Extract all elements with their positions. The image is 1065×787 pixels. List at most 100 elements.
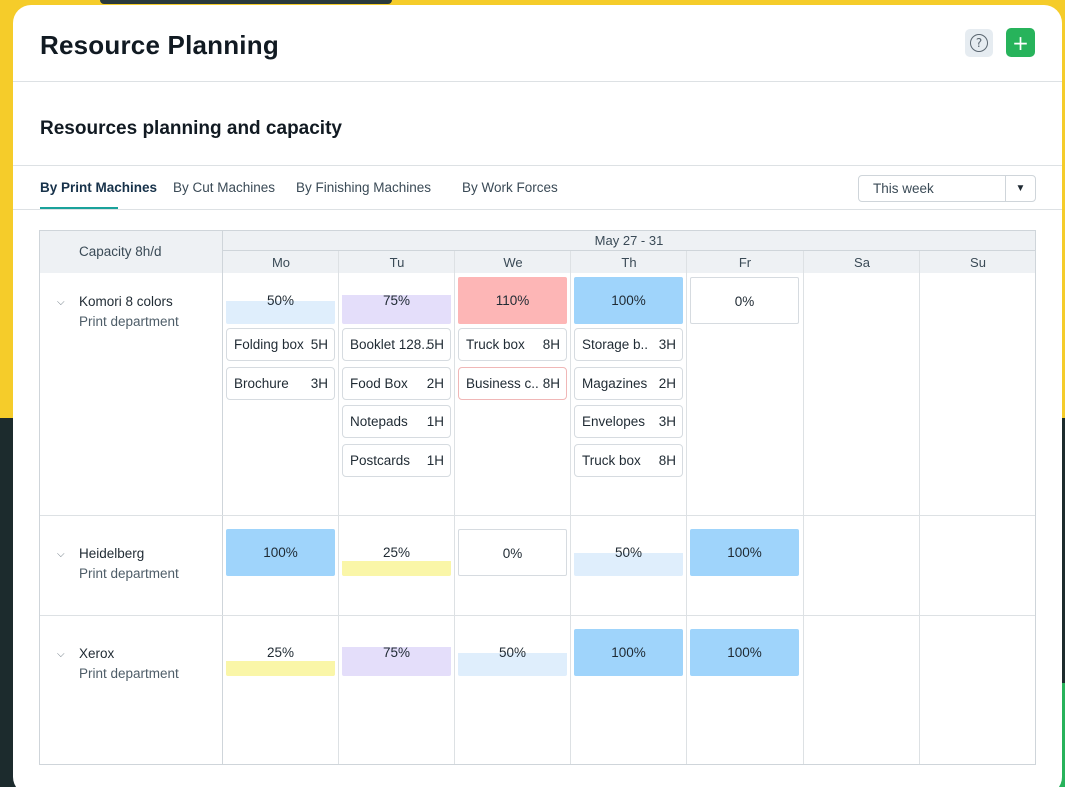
task-name: Truck box — [466, 337, 525, 352]
task-card[interactable]: Envelopes 3H — [574, 405, 683, 438]
task-hours: 8H — [658, 453, 676, 468]
period-select-value: This week — [873, 181, 934, 196]
machine-name[interactable]: Heidelberg — [79, 546, 144, 561]
capacity-cell[interactable]: 100% — [690, 629, 799, 676]
task-hours: 2H — [658, 376, 676, 391]
period-select[interactable]: This week ▼ — [858, 175, 1036, 202]
task-name: Brochure — [234, 376, 289, 391]
resource-planning-card: Resource Planning ? + Resources planning… — [13, 5, 1062, 787]
capacity-grid: Capacity 8h/d May 27 - 31 Mo Tu We Th Fr… — [39, 230, 1036, 765]
capacity-cell[interactable]: 50% — [226, 277, 335, 324]
capacity-percent: 100% — [727, 545, 762, 560]
chevron-down-icon[interactable]: ⌵ — [57, 649, 65, 660]
task-hours: 2H — [426, 376, 444, 391]
task-card[interactable]: Storage b.. 3H — [574, 328, 683, 361]
day-header-we: We — [503, 255, 523, 270]
background-top-strip — [100, 0, 392, 4]
plus-icon: + — [1012, 30, 1029, 55]
tab-work-forces[interactable]: By Work Forces — [462, 180, 558, 195]
capacity-cell[interactable]: 100% — [574, 277, 683, 324]
task-card[interactable]: Postcards 1H — [342, 444, 451, 477]
task-card[interactable]: Truck box 8H — [574, 444, 683, 477]
chevron-down-icon[interactable]: ⌵ — [57, 549, 65, 560]
column-divider — [803, 251, 804, 764]
task-card[interactable]: Business c.. 8H — [458, 367, 567, 400]
task-name: Booklet 128.. — [350, 337, 429, 352]
task-name: Notepads — [350, 414, 408, 429]
add-button[interactable]: + — [1006, 28, 1035, 57]
capacity-fill — [342, 561, 451, 576]
task-hours: 1H — [426, 453, 444, 468]
machine-department: Print department — [79, 566, 179, 581]
task-name: Truck box — [582, 453, 641, 468]
section-title: Resources planning and capacity — [40, 118, 342, 139]
capacity-cell[interactable]: 75% — [342, 277, 451, 324]
capacity-cell[interactable]: 25% — [342, 529, 451, 576]
capacity-label: Capacity 8h/d — [79, 244, 162, 259]
task-name: Business c.. — [466, 376, 539, 391]
capacity-fill — [226, 661, 335, 676]
capacity-cell[interactable]: 100% — [574, 629, 683, 676]
row-divider — [40, 615, 1035, 616]
capacity-percent: 110% — [495, 293, 530, 308]
machine-department: Print department — [79, 314, 179, 329]
task-hours: 1H — [426, 414, 444, 429]
help-button[interactable]: ? — [965, 29, 993, 57]
capacity-percent: 75% — [382, 645, 411, 660]
capacity-percent: 100% — [611, 645, 646, 660]
task-card[interactable]: Truck box 8H — [458, 328, 567, 361]
task-card[interactable]: Magazines 2H — [574, 367, 683, 400]
page-title: Resource Planning — [40, 30, 279, 60]
task-name: Folding box — [234, 337, 304, 352]
task-hours: 8H — [542, 337, 560, 352]
section-header: Resources planning and capacity — [13, 82, 1062, 166]
capacity-cell[interactable]: 0% — [458, 529, 567, 576]
capacity-cell[interactable]: 75% — [342, 629, 451, 676]
row-divider — [40, 515, 1035, 516]
task-card[interactable]: Brochure 3H — [226, 367, 335, 400]
day-header-tu: Tu — [389, 255, 405, 270]
day-header-th: Th — [621, 255, 637, 270]
tab-bar: By Print Machines By Cut Machines By Fin… — [13, 166, 1062, 210]
day-header-fr: Fr — [738, 255, 752, 270]
capacity-cell[interactable]: 25% — [226, 629, 335, 676]
caret-down-icon[interactable]: ▼ — [1005, 176, 1035, 201]
task-name: Postcards — [350, 453, 411, 468]
task-hours: 3H — [310, 376, 328, 391]
machine-department: Print department — [79, 666, 179, 681]
task-name: Magazines — [582, 376, 648, 391]
task-name: Envelopes — [582, 414, 646, 429]
task-name: Food Box — [350, 376, 408, 391]
task-hours: 5H — [310, 337, 328, 352]
tab-print-machines[interactable]: By Print Machines — [40, 180, 157, 195]
capacity-cell[interactable]: 100% — [226, 529, 335, 576]
machine-name[interactable]: Xerox — [79, 646, 114, 661]
task-card[interactable]: Booklet 128.. 5H — [342, 328, 451, 361]
machine-name[interactable]: Komori 8 colors — [79, 294, 173, 309]
capacity-cell[interactable]: 50% — [458, 629, 567, 676]
capacity-percent: 100% — [611, 293, 646, 308]
capacity-percent: 50% — [614, 545, 643, 560]
day-header-sa: Sa — [854, 255, 870, 270]
task-card[interactable]: Folding box 5H — [226, 328, 335, 361]
task-hours: 3H — [658, 414, 676, 429]
task-card[interactable]: Notepads 1H — [342, 405, 451, 438]
active-tab-indicator — [40, 207, 118, 209]
chevron-down-icon[interactable]: ⌵ — [57, 297, 65, 308]
task-card[interactable]: Food Box 2H — [342, 367, 451, 400]
column-divider — [454, 251, 455, 764]
tab-finishing-machines[interactable]: By Finishing Machines — [296, 180, 431, 195]
day-header-mo: Mo — [271, 255, 291, 270]
tab-cut-machines[interactable]: By Cut Machines — [173, 180, 275, 195]
capacity-percent: 50% — [498, 645, 527, 660]
capacity-percent: 100% — [263, 545, 298, 560]
capacity-percent: 50% — [266, 293, 295, 308]
date-range-label: May 27 - 31 — [223, 231, 1035, 251]
capacity-percent: 75% — [382, 293, 411, 308]
column-divider — [686, 251, 687, 764]
page-header: Resource Planning ? + — [13, 5, 1062, 82]
capacity-cell[interactable]: 100% — [690, 529, 799, 576]
capacity-cell[interactable]: 0% — [690, 277, 799, 324]
capacity-cell[interactable]: 110% — [458, 277, 567, 324]
capacity-cell[interactable]: 50% — [574, 529, 683, 576]
